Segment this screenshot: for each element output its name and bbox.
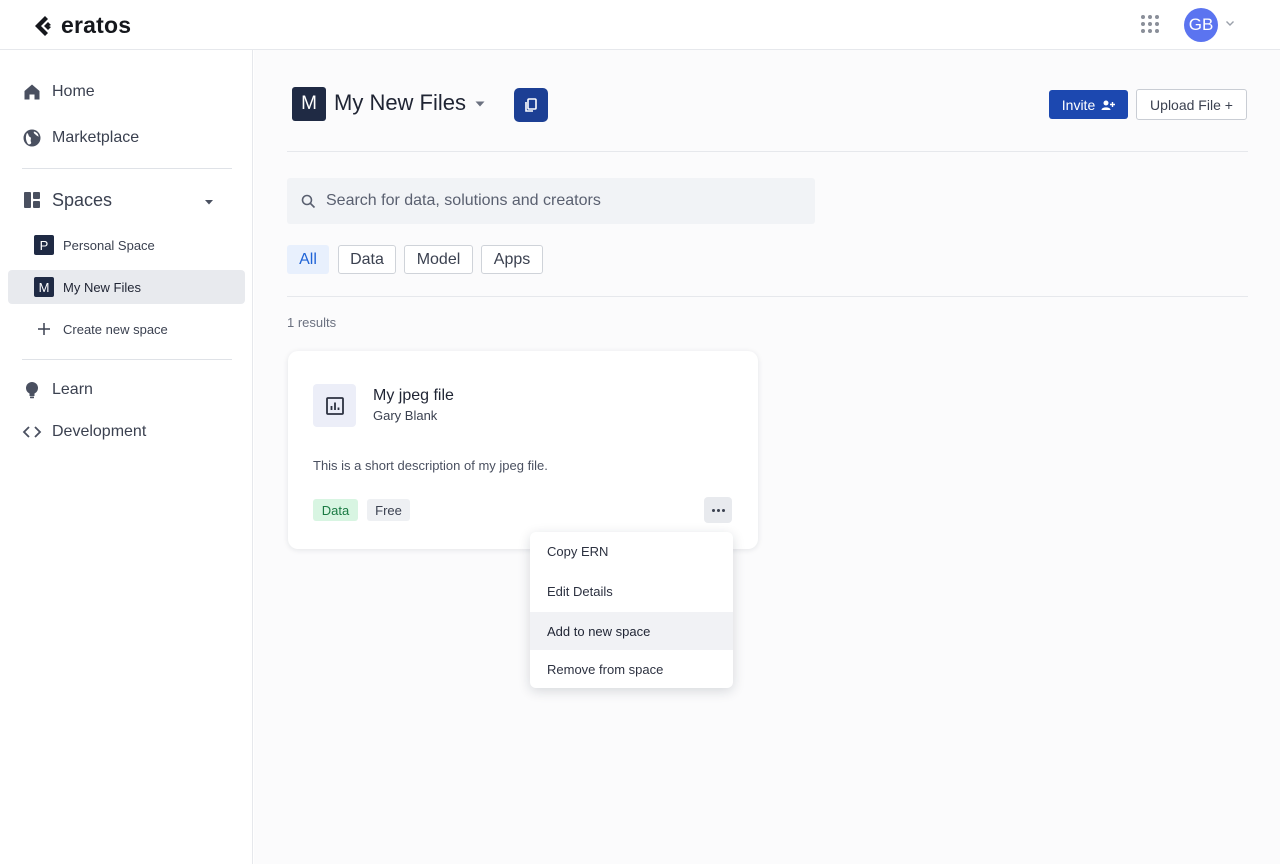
chart-file-icon bbox=[325, 396, 344, 415]
filter-tab-apps[interactable]: Apps bbox=[481, 245, 543, 274]
top-bar: eratos GB bbox=[0, 0, 1280, 50]
results-count: 1 results bbox=[287, 315, 337, 330]
invite-button[interactable]: Invite bbox=[1049, 90, 1128, 119]
sidebar-item-home[interactable]: Home bbox=[22, 80, 95, 104]
dashboard-icon bbox=[24, 192, 40, 208]
sidebar-divider bbox=[22, 168, 232, 169]
file-card[interactable]: My jpeg file Gary Blank This is a short … bbox=[288, 351, 758, 549]
globe-icon bbox=[23, 129, 41, 147]
more-options-button[interactable] bbox=[704, 497, 732, 523]
menu-item-add-to-new-space[interactable]: Add to new space bbox=[530, 612, 733, 650]
apps-grid-icon[interactable] bbox=[1141, 15, 1159, 33]
card-title[interactable]: My jpeg file bbox=[373, 387, 454, 405]
plus-icon bbox=[38, 323, 50, 335]
sidebar-divider bbox=[22, 359, 232, 360]
file-type-icon bbox=[313, 384, 356, 427]
sidebar-item-marketplace[interactable]: Marketplace bbox=[22, 126, 139, 150]
menu-item-remove-from-space[interactable]: Remove from space bbox=[530, 650, 733, 688]
sidebar-item-development[interactable]: Development bbox=[22, 420, 146, 444]
code-icon bbox=[22, 426, 42, 438]
caret-down-icon[interactable] bbox=[474, 98, 486, 110]
sidebar-item-spaces[interactable]: Spaces bbox=[22, 188, 112, 212]
sidebar-item-learn[interactable]: Learn bbox=[22, 378, 93, 402]
sidebar-item-label: Development bbox=[52, 423, 147, 440]
user-avatar[interactable]: GB bbox=[1184, 8, 1218, 42]
sidebar-item-label: My New Files bbox=[63, 279, 142, 295]
tag-free: Free bbox=[367, 499, 410, 521]
eratos-logo-icon bbox=[35, 15, 51, 36]
search-icon bbox=[301, 194, 316, 208]
copy-button[interactable] bbox=[514, 88, 548, 122]
filter-divider bbox=[287, 296, 1248, 297]
menu-item-copy-ern[interactable]: Copy ERN bbox=[530, 532, 733, 570]
sidebar-item-label: Personal Space bbox=[63, 237, 155, 253]
filter-tab-model[interactable]: Model bbox=[404, 245, 473, 274]
header-divider bbox=[287, 151, 1248, 152]
invite-button-label: Invite bbox=[1061, 96, 1096, 113]
sidebar-item-label: Spaces bbox=[52, 189, 113, 210]
upload-file-button[interactable]: Upload File + bbox=[1136, 89, 1247, 120]
create-new-space-button[interactable]: Create new space bbox=[8, 312, 245, 346]
menu-item-edit-details[interactable]: Edit Details bbox=[530, 572, 733, 610]
home-icon bbox=[24, 84, 40, 100]
search-bar[interactable] bbox=[287, 178, 815, 224]
eratos-logo[interactable]: eratos bbox=[33, 12, 131, 39]
space-badge: M bbox=[34, 277, 54, 297]
lightbulb-icon bbox=[26, 382, 38, 399]
sidebar-item-label: Learn bbox=[52, 381, 93, 398]
caret-down-icon[interactable] bbox=[203, 196, 215, 208]
sidebar-item-label: Marketplace bbox=[52, 129, 140, 146]
main-content: M My New Files Invite Upload File + All … bbox=[254, 50, 1280, 864]
copy-icon bbox=[525, 98, 537, 112]
sidebar-item-my-new-files[interactable]: M My New Files bbox=[8, 270, 245, 304]
sidebar-item-personal-space[interactable]: P Personal Space bbox=[8, 228, 245, 262]
chevron-down-icon[interactable] bbox=[1224, 17, 1236, 29]
sidebar: Home Marketplace Spaces P Personal Space… bbox=[0, 50, 253, 864]
tag-data: Data bbox=[313, 499, 358, 521]
filter-tab-data[interactable]: Data bbox=[338, 245, 396, 274]
card-author: Gary Blank bbox=[373, 408, 438, 423]
search-input[interactable] bbox=[326, 192, 786, 210]
space-badge: P bbox=[34, 235, 54, 255]
add-user-icon bbox=[1101, 100, 1116, 110]
filter-tab-all[interactable]: All bbox=[287, 245, 329, 274]
logo-text: eratos bbox=[61, 12, 132, 38]
space-title-badge: M bbox=[292, 87, 326, 121]
sidebar-item-label: Create new space bbox=[63, 321, 168, 337]
sidebar-item-label: Home bbox=[52, 83, 95, 100]
page-title[interactable]: My New Files bbox=[334, 90, 466, 116]
context-menu: Copy ERN Edit Details Add to new space R… bbox=[530, 532, 733, 688]
card-description: This is a short description of my jpeg f… bbox=[313, 458, 548, 473]
